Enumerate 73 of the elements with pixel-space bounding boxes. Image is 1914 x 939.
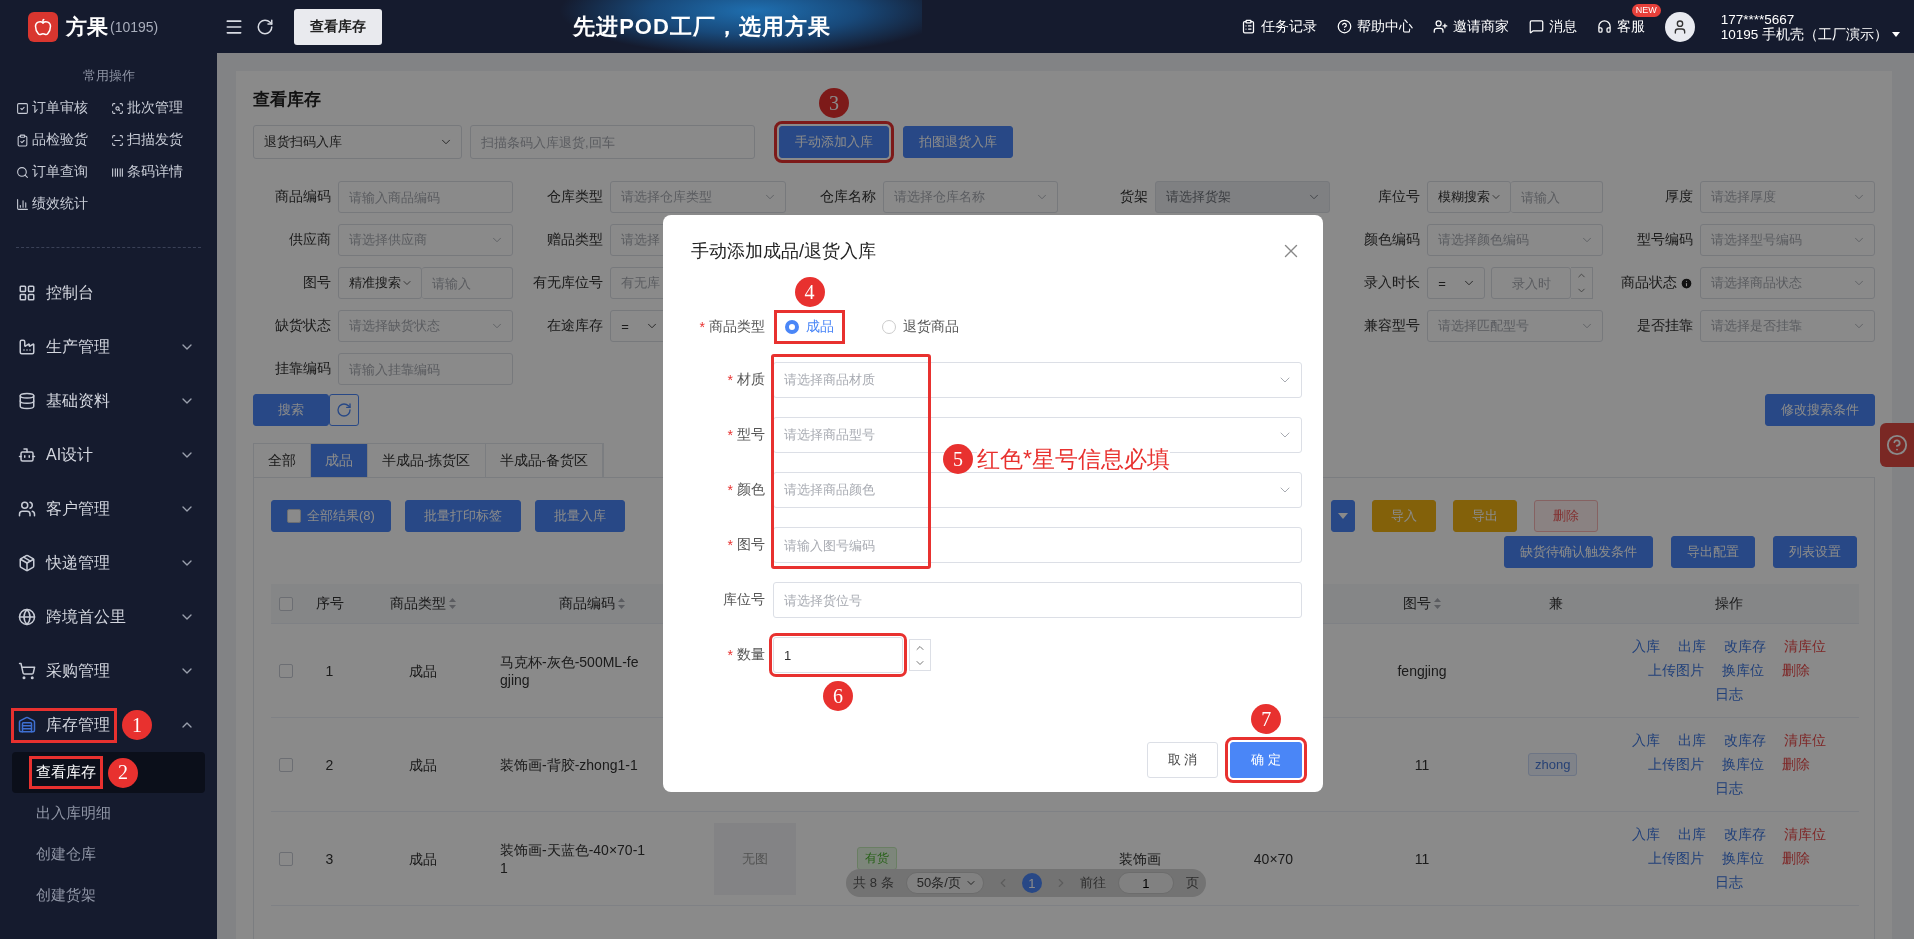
column-header: 商品类型 <box>390 594 446 613</box>
step-number-badge: 4 <box>794 277 825 307</box>
column-header: 序号 <box>315 594 344 613</box>
column-header: 图号 <box>1403 594 1431 613</box>
field-label: 数量 <box>737 646 765 664</box>
model-tag: zhong <box>1528 753 1578 776</box>
field-label: 材质 <box>737 371 765 389</box>
page-title: 查看库存 <box>253 89 321 111</box>
filter-label: 型号编码 <box>1635 231 1693 249</box>
filter-label: 赠品类型 <box>546 231 604 249</box>
table-cell: 成品 <box>409 661 437 680</box>
column-header: 兼 <box>1549 594 1563 613</box>
filter-label: 有无库位号 <box>532 274 604 292</box>
slogan: 先进POD工厂，选用方果 <box>573 12 831 41</box>
step-number-badge: 6 <box>823 681 853 711</box>
filter-label: 商品状态 <box>1619 274 1677 292</box>
table-cell: 1 <box>325 661 334 680</box>
filter-label: 商品编码 <box>274 188 331 206</box>
user-account: 10195 手机壳（工厂演示） <box>1720 26 1888 42</box>
field-label: 型号 <box>737 426 765 444</box>
step-number-badge: 1 <box>122 710 152 740</box>
field-label: 颜色 <box>737 481 765 499</box>
status-tag: 有货 <box>857 847 897 870</box>
filter-label: 在途库存 <box>546 317 604 335</box>
dialog-title: 手动添加成品/退货入库 <box>691 240 876 263</box>
total-count: 共 8 条 <box>853 874 894 892</box>
required-mark: * <box>727 647 733 663</box>
goto-label: 前往 <box>1079 874 1106 892</box>
user-phone: 177****5667 <box>1720 11 1796 27</box>
table-cell: 成品 <box>409 849 437 868</box>
filter-label: 是否挂靠 <box>1635 317 1693 335</box>
table-cell: 成品 <box>409 755 437 774</box>
field-label: 图号 <box>737 536 765 554</box>
filter-label: 厚度 <box>1663 188 1693 206</box>
column-header: 操作 <box>1714 594 1743 613</box>
required-mark: * <box>699 319 705 335</box>
required-mark: * <box>727 537 733 553</box>
table-cell: fengjing <box>1397 661 1447 680</box>
filter-label: 缺货状态 <box>274 317 331 335</box>
column-header: 商品编码 <box>559 594 615 613</box>
required-mark: * <box>727 482 733 498</box>
brand-name: 方果 <box>66 13 108 40</box>
new-badge: NEW <box>1631 3 1661 17</box>
step-number-badge: 2 <box>108 757 138 788</box>
field-label: 商品类型 <box>709 318 765 336</box>
table-cell: 装饰画 <box>1118 849 1161 868</box>
field-label: 库位号 <box>723 591 765 609</box>
table-cell: 马克杯-灰色-500ML-fe gjing <box>500 652 639 689</box>
brand-id: (10195) <box>110 18 159 35</box>
table-cell: 装饰画-天蓝色-40×70-1 1 <box>500 840 646 877</box>
filter-label: 兼容型号 <box>1363 317 1421 335</box>
filter-label: 供应商 <box>288 231 331 249</box>
filter-label: 挂靠编码 <box>274 360 331 378</box>
step-number-badge: 7 <box>1251 704 1282 734</box>
filter-label: 库位号 <box>1377 188 1421 206</box>
step-number-badge: 3 <box>819 88 849 118</box>
table-cell: 2 <box>325 755 334 774</box>
filter-label: 仓库名称 <box>818 188 876 206</box>
filter-label: 颜色编码 <box>1363 231 1421 249</box>
section-title: 常用操作 <box>81 67 136 85</box>
table-cell: 11 <box>1414 755 1430 774</box>
filter-label: 图号 <box>302 274 331 292</box>
annotation-note: 红色*星号信息必填 <box>977 446 1170 472</box>
filter-label: 仓库类型 <box>546 188 604 206</box>
table-cell: 装饰画-背胶-zhong1-1 <box>500 755 638 774</box>
table-cell: 11 <box>1414 849 1430 868</box>
table-cell: 3 <box>325 849 334 868</box>
filter-label: 货架 <box>1119 188 1148 206</box>
required-mark: * <box>727 427 733 443</box>
table-cell: 40×70 <box>1253 849 1294 868</box>
filter-label: 录入时长 <box>1363 274 1421 292</box>
required-mark: * <box>727 372 733 388</box>
page-suffix: 页 <box>1185 874 1199 892</box>
